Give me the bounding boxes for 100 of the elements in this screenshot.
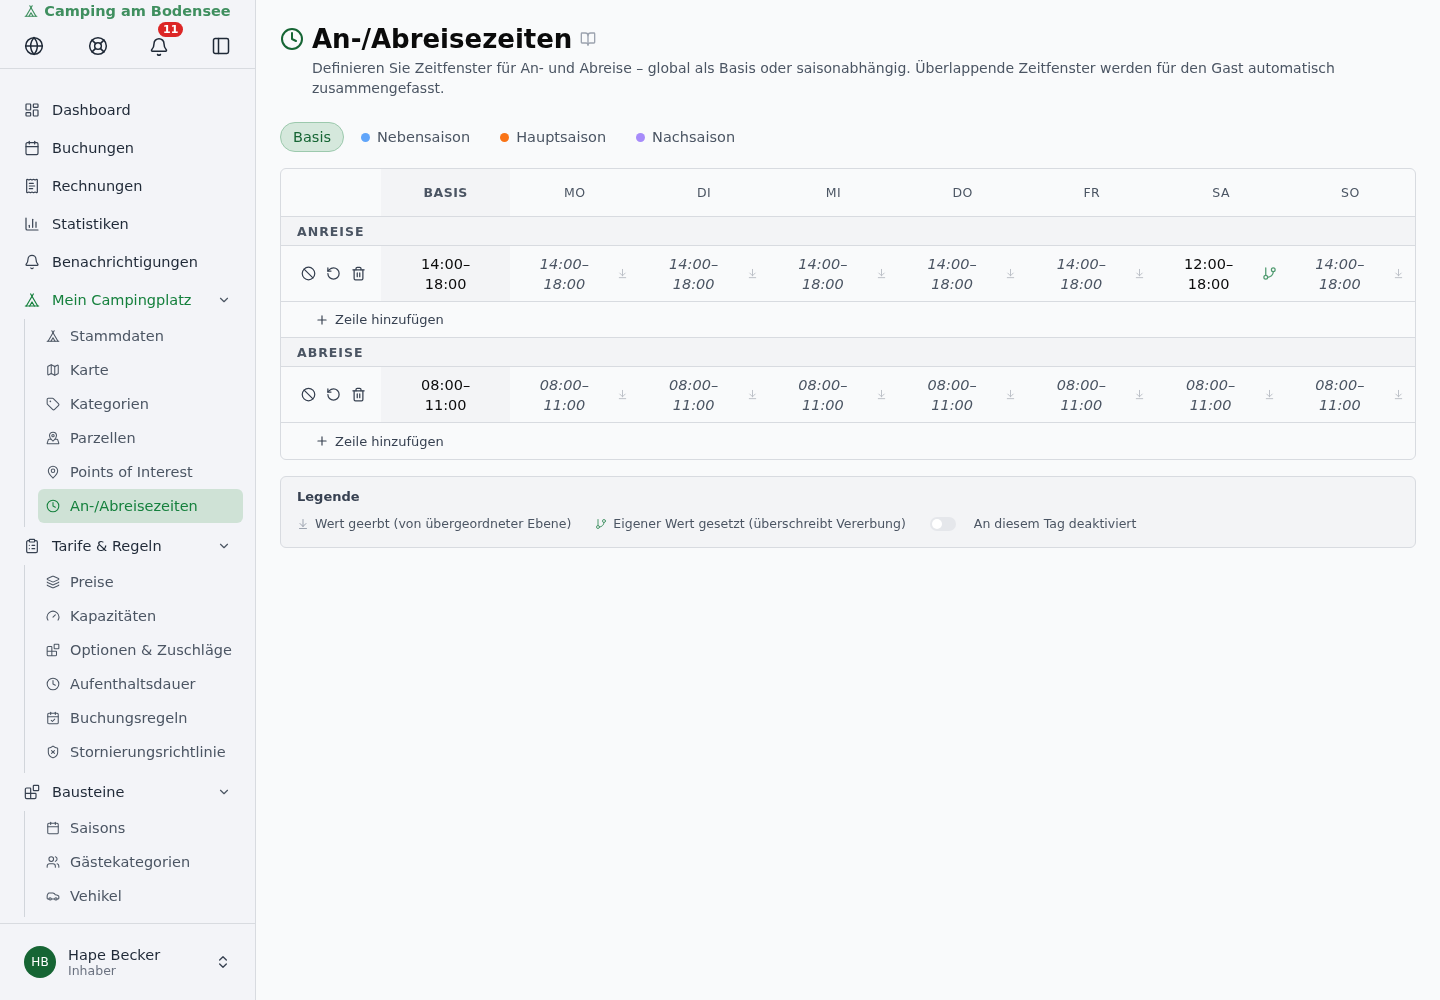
- user-avatar[interactable]: HB: [24, 946, 56, 978]
- pin-icon: [46, 465, 60, 479]
- calendar-check-icon: [46, 711, 60, 725]
- delete-icon[interactable]: [351, 387, 366, 402]
- blocks-icon: [24, 784, 40, 800]
- season-tab[interactable]: Nachsaison: [635, 122, 749, 152]
- nav-item[interactable]: Buchungen: [12, 129, 243, 167]
- blocks-icon: [46, 643, 60, 657]
- nav-item[interactable]: Benachrichtigungen: [12, 243, 243, 281]
- user-role: Inhaber: [68, 962, 117, 978]
- inherited-icon: [1392, 389, 1404, 400]
- season-tab[interactable]: Hauptsaison: [499, 122, 620, 152]
- tent-icon: [46, 329, 60, 343]
- page-description: Definieren Sie Zeitfenster für An- und Abreise – global als Basis oder saisonabhängig. Überlappende Zeitfenster werden für den Gast automatisch zusammengefasst.: [312, 59, 1336, 98]
- nav-subitem[interactable]: Optionen & Zuschläge: [38, 633, 243, 667]
- inherited-icon: [1005, 268, 1017, 279]
- time-value[interactable]: 08:00–11:00: [1179, 374, 1242, 415]
- plus-icon: [315, 434, 329, 448]
- time-value[interactable]: 08:00–11:00: [1308, 374, 1371, 415]
- time-value[interactable]: 14:00–18:00: [921, 253, 984, 294]
- nav-item[interactable]: Dashboard: [12, 91, 243, 129]
- time-value[interactable]: 14:00–18:00: [1308, 253, 1371, 294]
- inherited-icon: [1134, 268, 1146, 279]
- bell-button[interactable]: [149, 37, 170, 57]
- legend-text: An diesem Tag deaktiviert: [973, 516, 1137, 531]
- legend-text: Wert geerbt (von übergeordneter Ebene): [315, 516, 572, 531]
- nav-subitem[interactable]: Aufenthaltsdauer: [38, 667, 243, 701]
- column-header: SO: [1340, 184, 1361, 202]
- time-value[interactable]: 08:00–11:00: [662, 374, 725, 415]
- tag-icon: [46, 397, 60, 411]
- time-value[interactable]: 08:00–11:00: [533, 374, 596, 415]
- nav-subitem[interactable]: Karte: [38, 353, 243, 387]
- brand-name[interactable]: Camping am Bodensee: [44, 3, 231, 19]
- column-header: FR: [1082, 184, 1102, 202]
- nav-item[interactable]: Mein Campingplatz: [12, 281, 243, 319]
- time-value[interactable]: 14:00–18:00: [533, 253, 596, 294]
- time-value[interactable]: 08:00–11:00: [791, 374, 854, 415]
- globe-button[interactable]: [22, 34, 46, 58]
- nav-item[interactable]: Bausteine: [12, 773, 243, 811]
- nav-subitem[interactable]: Saisons: [38, 811, 243, 845]
- legend-text: Eigener Wert gesetzt (überschreibt Vererbung): [613, 516, 906, 531]
- nav-subitem[interactable]: Kapazitäten: [38, 599, 243, 633]
- inherited-icon: [617, 268, 629, 279]
- section-label: ABREISE: [297, 344, 364, 360]
- plus-icon: [315, 312, 329, 327]
- column-header: MO: [563, 184, 587, 202]
- time-value[interactable]: 14:00–18:00: [1050, 253, 1113, 294]
- nav-subitem[interactable]: Buchungsregeln: [38, 701, 243, 735]
- nav-subitem[interactable]: Parzellen: [38, 421, 243, 455]
- time-value[interactable]: 14:00–18:00: [662, 253, 725, 294]
- clock-icon: [46, 499, 60, 513]
- calendar-icon: [24, 140, 40, 156]
- inherited-icon: [1005, 389, 1017, 400]
- section-label: ANREISE: [297, 223, 365, 239]
- chart-icon: [24, 216, 40, 232]
- column-header: SA: [1211, 184, 1231, 202]
- reset-icon[interactable]: [326, 266, 341, 281]
- season-tab[interactable]: Basis: [280, 122, 344, 152]
- inherited-icon: [1134, 389, 1146, 400]
- inherited-icon: [297, 517, 309, 530]
- time-value[interactable]: 12:00–18:00: [1177, 253, 1240, 294]
- page-title: An-/Abreisezeiten: [312, 24, 573, 54]
- season-tab[interactable]: Nebensaison: [360, 122, 484, 152]
- clock-icon: [46, 677, 60, 691]
- nav-subitem[interactable]: Vehikel: [38, 879, 243, 913]
- legend-title: Legende: [297, 489, 361, 504]
- nav-item[interactable]: Rechnungen: [12, 167, 243, 205]
- disable-icon[interactable]: [301, 266, 316, 281]
- time-value[interactable]: 14:00–18:00: [791, 253, 854, 294]
- inherited-icon: [617, 389, 629, 400]
- nav-item[interactable]: Tarife & Regeln: [12, 527, 243, 565]
- column-header: DO: [951, 184, 974, 202]
- nav-subitem[interactable]: Stornierungsrichtlinie: [38, 735, 243, 769]
- time-value[interactable]: 08:00–11:00: [1050, 374, 1113, 415]
- nav-subitem[interactable]: Points of Interest: [38, 455, 243, 489]
- branch-icon: [1261, 266, 1277, 281]
- column-header: BASIS: [381, 169, 511, 216]
- delete-icon[interactable]: [351, 266, 366, 281]
- nav-item[interactable]: Statistiken: [12, 205, 243, 243]
- users-icon: [46, 855, 60, 869]
- nav-subitem[interactable]: Kategorien: [38, 387, 243, 421]
- disable-icon[interactable]: [301, 387, 316, 402]
- nav-subitem[interactable]: Preise: [38, 565, 243, 599]
- inherited-icon: [746, 268, 758, 279]
- toggle-switch[interactable]: [929, 516, 956, 531]
- nav-subitem[interactable]: Gästekategorien: [38, 845, 243, 879]
- calendar-icon: [46, 821, 60, 835]
- nav-subitem[interactable]: Stammdaten: [38, 319, 243, 353]
- receipt-icon: [24, 178, 40, 194]
- nav-subitem[interactable]: An-/Abreisezeiten: [38, 489, 243, 523]
- inherited-icon: [1263, 389, 1275, 400]
- inherited-icon: [1392, 268, 1404, 279]
- car-icon: [46, 889, 60, 903]
- column-header: MI: [824, 184, 843, 202]
- branch-icon: [595, 517, 608, 530]
- add-row-button[interactable]: Zeile hinzufügen: [309, 432, 450, 450]
- add-row-button[interactable]: Zeile hinzufügen: [309, 311, 450, 328]
- inherited-icon: [875, 389, 887, 400]
- time-value[interactable]: 08:00–11:00: [921, 374, 984, 415]
- reset-icon[interactable]: [326, 387, 341, 402]
